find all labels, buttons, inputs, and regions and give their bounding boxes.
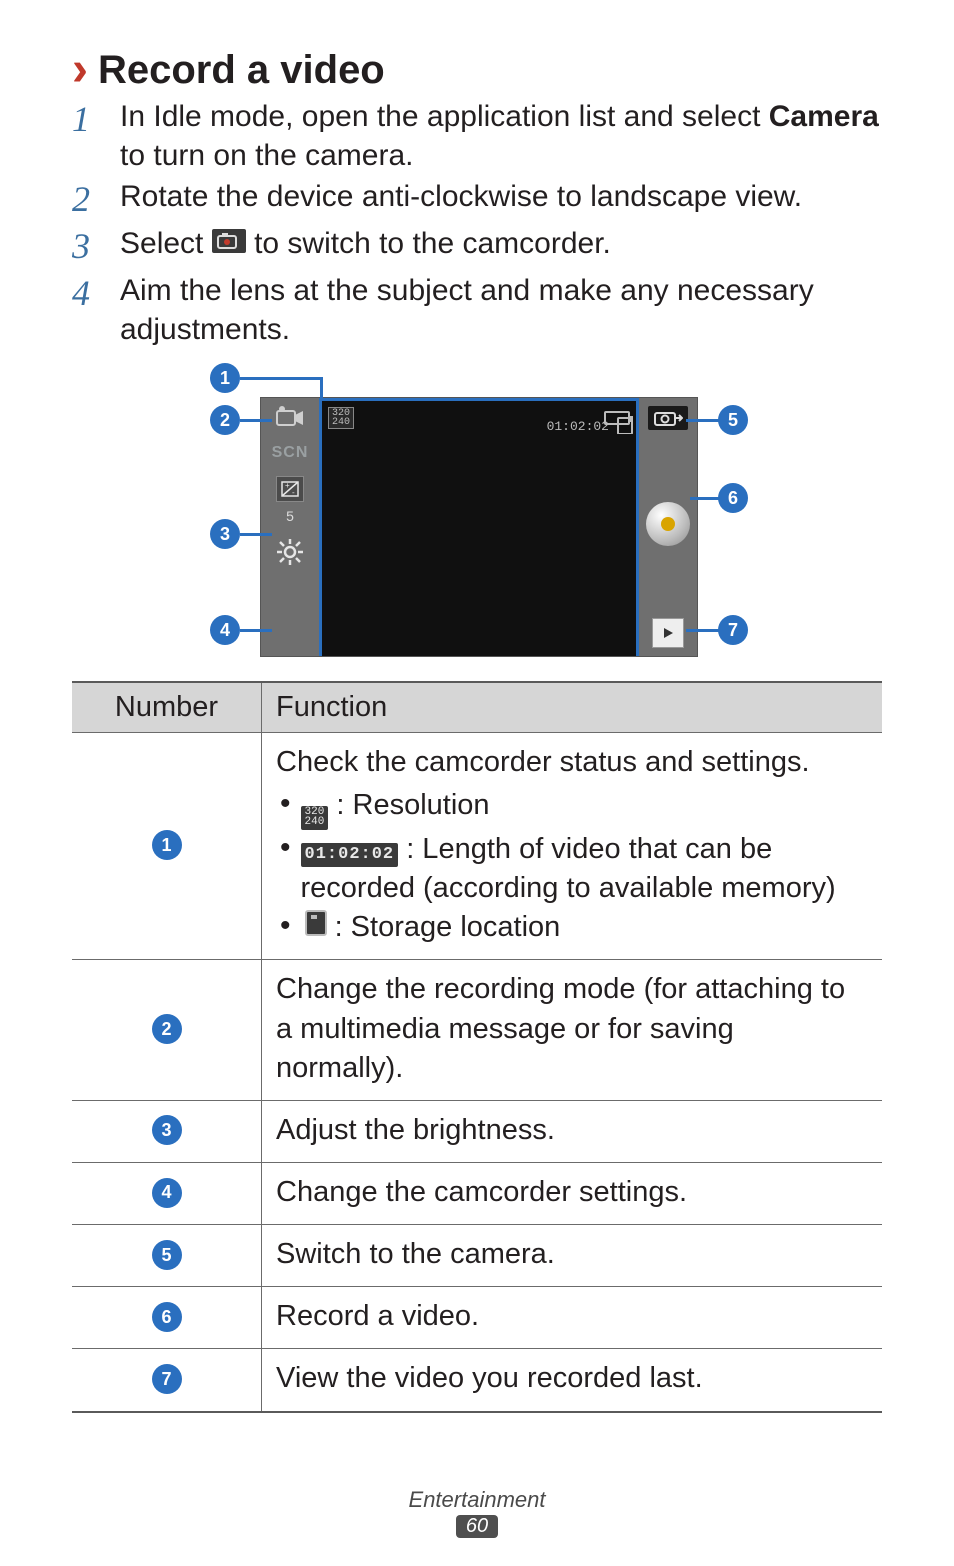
table-cell-function: View the video you recorded last. xyxy=(262,1349,882,1410)
table-header-row: Number Function xyxy=(72,683,882,732)
step-text: to switch to the camcorder. xyxy=(254,227,611,260)
step-text: to turn on the camera. xyxy=(120,139,414,172)
callout-badge-3: 3 xyxy=(210,519,240,549)
svg-text:+: + xyxy=(285,481,290,490)
scene-mode-icon[interactable]: SCN xyxy=(272,444,309,462)
callout-badge-7: 7 xyxy=(152,1364,182,1394)
section-chevron-icon: › xyxy=(72,46,88,94)
step-text-bold: Camera xyxy=(769,100,879,133)
callout-line xyxy=(240,629,272,632)
storage-sd-icon xyxy=(305,910,327,936)
table-cell-number: 5 xyxy=(72,1225,262,1286)
callout-line xyxy=(686,629,720,632)
callout-badge-2: 2 xyxy=(210,405,240,435)
step-number: 3 xyxy=(72,224,102,269)
table-row: 5 Switch to the camera. xyxy=(72,1224,882,1286)
page-footer: Entertainment 60 xyxy=(0,1487,954,1538)
table-cell-number: 2 xyxy=(72,960,262,1099)
table-cell-function: Record a video. xyxy=(262,1287,882,1348)
step-text: In Idle mode, open the application list … xyxy=(120,100,769,133)
step-body: Aim the lens at the subject and make any… xyxy=(120,271,882,349)
table-header-function: Function xyxy=(262,683,882,732)
table-row: 2 Change the recording mode (for attachi… xyxy=(72,959,882,1099)
table-row: 7 View the video you recorded last. xyxy=(72,1348,882,1410)
svg-text:-: - xyxy=(292,488,295,497)
camcorder-figure: 320 240 01:02:02 SCN xyxy=(192,363,762,663)
brightness-value: 5 xyxy=(286,508,294,524)
callout-badge-6: 6 xyxy=(718,483,748,513)
step-number: 2 xyxy=(72,177,102,222)
record-time-indicator-icon: 01:02:02 xyxy=(301,843,399,867)
callout-line xyxy=(240,419,272,422)
table-cell-number: 3 xyxy=(72,1101,262,1162)
table-cell-function: Change the recording mode (for attaching… xyxy=(262,960,882,1099)
section-title: Record a video xyxy=(98,48,385,93)
table-cell-number: 7 xyxy=(72,1349,262,1410)
table-cell-function: Check the camcorder status and settings.… xyxy=(262,733,882,959)
recording-mode-icon[interactable] xyxy=(275,404,305,430)
callout-badge-6: 6 xyxy=(152,1302,182,1332)
switch-to-camcorder-icon xyxy=(212,224,246,263)
table-cell-function: Switch to the camera. xyxy=(262,1225,882,1286)
table-row: 4 Change the camcorder settings. xyxy=(72,1162,882,1224)
callout-badge-1: 1 xyxy=(210,363,240,393)
step-number: 4 xyxy=(72,271,102,349)
table-text: : Storage location xyxy=(327,911,561,943)
table-text: Check the camcorder status and settings. xyxy=(276,743,868,782)
function-table: Number Function 1 Check the camcorder st… xyxy=(72,681,882,1413)
footer-section-name: Entertainment xyxy=(0,1487,954,1513)
table-cell-function: Adjust the brightness. xyxy=(262,1101,882,1162)
callout-line xyxy=(240,377,322,380)
callout-badge-1: 1 xyxy=(152,830,182,860)
table-header-number: Number xyxy=(72,683,262,732)
step-list: 1 In Idle mode, open the application lis… xyxy=(72,97,882,349)
switch-to-camera-button[interactable] xyxy=(648,406,688,430)
table-cell-number: 1 xyxy=(72,733,262,959)
callout-badge-5: 5 xyxy=(152,1240,182,1270)
step-1: 1 In Idle mode, open the application lis… xyxy=(72,97,882,175)
step-body: Rotate the device anti-clockwise to land… xyxy=(120,177,882,222)
step-text: Select xyxy=(120,227,212,260)
brightness-control-icon[interactable]: +- xyxy=(276,476,304,502)
step-4: 4 Aim the lens at the subject and make a… xyxy=(72,271,882,349)
table-text: : Resolution xyxy=(328,789,489,821)
callout-line xyxy=(690,497,720,500)
step-body: Select to switch to the camcorder. xyxy=(120,224,882,269)
callout-badge-4: 4 xyxy=(152,1178,182,1208)
callout-badge-2: 2 xyxy=(152,1014,182,1044)
callout-line xyxy=(320,377,323,399)
camcorder-ui: 320 240 01:02:02 SCN xyxy=(260,397,698,657)
camcorder-viewfinder xyxy=(319,434,639,656)
storage-sd-icon xyxy=(617,417,633,435)
callout-badge-5: 5 xyxy=(718,405,748,435)
record-button[interactable] xyxy=(646,502,690,546)
table-cell-number: 4 xyxy=(72,1163,262,1224)
step-number: 1 xyxy=(72,97,102,175)
step-2: 2 Rotate the device anti-clockwise to la… xyxy=(72,177,882,222)
last-video-thumbnail[interactable] xyxy=(652,618,684,648)
table-row: 3 Adjust the brightness. xyxy=(72,1100,882,1162)
callout-badge-4: 4 xyxy=(210,615,240,645)
callout-badge-7: 7 xyxy=(718,615,748,645)
callout-badge-3: 3 xyxy=(152,1115,182,1145)
record-time-indicator: 01:02:02 xyxy=(547,419,609,434)
resolution-indicator-icon: 320 240 xyxy=(301,806,329,830)
table-cell-number: 6 xyxy=(72,1287,262,1348)
footer-page-number: 60 xyxy=(456,1515,498,1538)
callout-line xyxy=(686,419,720,422)
table-row: 6 Record a video. xyxy=(72,1286,882,1348)
step-3: 3 Select to switch to the camcorder. xyxy=(72,224,882,269)
table-cell-function: Change the camcorder settings. xyxy=(262,1163,882,1224)
table-row: 1 Check the camcorder status and setting… xyxy=(72,732,882,959)
callout-line xyxy=(240,533,272,536)
settings-gear-icon[interactable] xyxy=(276,538,304,566)
step-body: In Idle mode, open the application list … xyxy=(120,97,882,175)
